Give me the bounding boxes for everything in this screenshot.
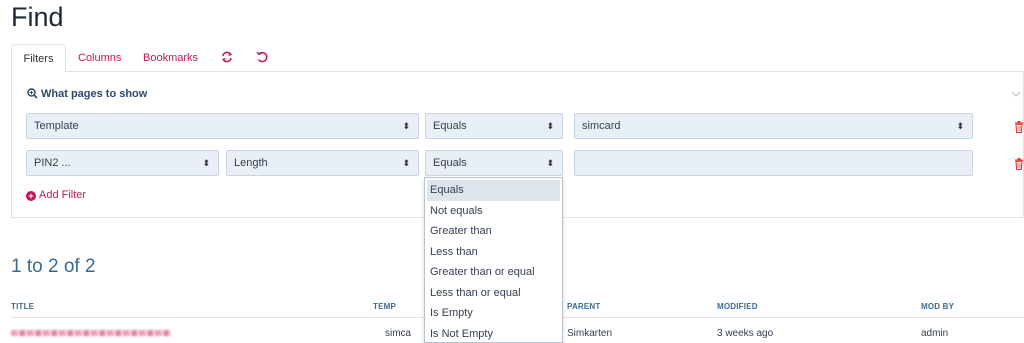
- cell-mod-by: admin: [921, 328, 949, 339]
- select-arrows-icon: ⬍: [546, 121, 554, 131]
- add-filter-label: Add Filter: [39, 189, 87, 201]
- filter-operator-value: Equals: [433, 157, 467, 169]
- dropdown-option-is-not-empty[interactable]: Is Not Empty: [425, 324, 562, 343]
- select-arrows-icon: ⬍: [956, 121, 964, 131]
- tab-bookmarks[interactable]: Bookmarks: [143, 44, 198, 72]
- column-header-template[interactable]: TEMP: [373, 302, 396, 311]
- filters-section-heading[interactable]: What pages to show: [27, 88, 147, 100]
- redacted-title[interactable]: [11, 330, 171, 336]
- column-header-mod-by[interactable]: MOD BY: [921, 302, 954, 311]
- operator-dropdown-list: Equals Not equals Greater than Less than…: [424, 177, 563, 343]
- dropdown-option-not-equals[interactable]: Not equals: [425, 201, 562, 222]
- filter-operator-value: Equals: [433, 120, 467, 132]
- select-arrows-icon: ⬍: [402, 158, 410, 168]
- trash-icon[interactable]: [1014, 121, 1024, 133]
- filter-operator-select[interactable]: Equals ⬍: [425, 113, 563, 139]
- filter-value-text: simcard: [582, 120, 621, 132]
- results-count: 1 to 2 of 2: [11, 256, 96, 277]
- dropdown-option-greater-or-equal[interactable]: Greater than or equal: [425, 262, 562, 283]
- filters-section-label: What pages to show: [41, 88, 148, 100]
- search-plus-icon: [27, 88, 38, 99]
- tab-filters[interactable]: Filters: [11, 44, 66, 73]
- filter-value-select[interactable]: simcard ⬍: [574, 113, 973, 139]
- chevron-down-icon[interactable]: [1011, 90, 1021, 98]
- column-header-title[interactable]: TITLE: [11, 302, 34, 311]
- column-header-parent[interactable]: PARENT: [567, 302, 601, 311]
- cell-parent[interactable]: Simkarten: [567, 328, 612, 339]
- select-arrows-icon: ⬍: [546, 158, 554, 168]
- filter-field-value: PIN2 ...: [34, 157, 71, 169]
- filter-value-input[interactable]: [574, 150, 973, 176]
- dropdown-option-is-empty[interactable]: Is Empty: [425, 303, 562, 324]
- cell-template: simca: [385, 328, 412, 339]
- filter-subfield-value: Length: [234, 157, 268, 169]
- filter-subfield-select[interactable]: Length ⬍: [226, 150, 419, 176]
- tab-bar: Filters Columns Bookmarks: [11, 44, 1024, 73]
- plus-circle-icon: +: [26, 191, 36, 201]
- filter-field-value: Template: [34, 120, 79, 132]
- refresh-icon[interactable]: [220, 50, 234, 64]
- dropdown-option-less-or-equal[interactable]: Less than or equal: [425, 283, 562, 304]
- dropdown-option-less-than[interactable]: Less than: [425, 242, 562, 263]
- select-arrows-icon: ⬍: [202, 158, 210, 168]
- undo-icon[interactable]: [255, 50, 269, 64]
- dropdown-option-greater-than[interactable]: Greater than: [425, 221, 562, 242]
- trash-icon[interactable]: [1014, 158, 1024, 170]
- tab-columns[interactable]: Columns: [78, 44, 121, 72]
- add-filter-button[interactable]: + Add Filter: [26, 189, 86, 201]
- column-header-modified[interactable]: MODIFIED: [717, 302, 758, 311]
- select-arrows-icon: ⬍: [402, 121, 410, 131]
- filter-operator-select[interactable]: Equals ⬍: [425, 150, 563, 176]
- dropdown-option-equals[interactable]: Equals: [427, 180, 560, 201]
- filter-field-select[interactable]: Template ⬍: [26, 113, 419, 139]
- cell-modified: 3 weeks ago: [717, 328, 774, 339]
- filter-field-select[interactable]: PIN2 ... ⬍: [26, 150, 219, 176]
- page-title: Find: [11, 2, 64, 32]
